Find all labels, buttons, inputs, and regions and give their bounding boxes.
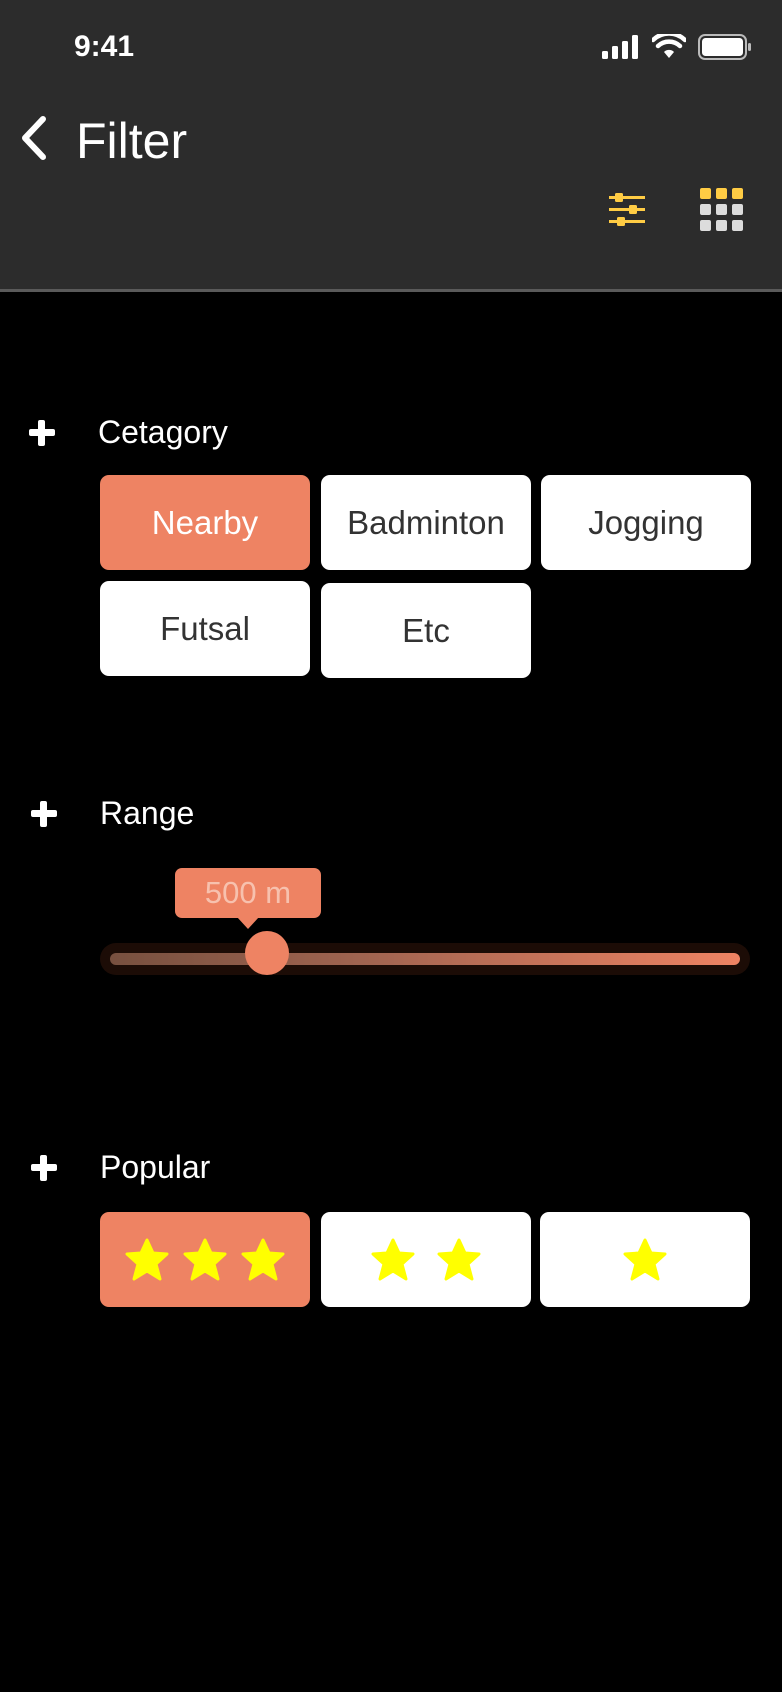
category-plus-icon[interactable] [27,418,57,448]
grid-view-button[interactable] [694,182,750,238]
star-icon [125,1238,169,1280]
star-icon [371,1238,415,1280]
star-icon [241,1238,285,1280]
rating-three-stars[interactable] [100,1212,310,1307]
chip-jogging[interactable]: Jogging [541,475,751,570]
battery-icon [698,34,751,60]
rating-two-stars[interactable] [321,1212,531,1307]
range-value-tooltip: 500 m [175,868,321,929]
back-chevron-icon [22,116,46,160]
chip-etc[interactable]: Etc [321,583,531,678]
chip-nearby[interactable]: Nearby [100,475,310,570]
range-slider-fill [110,953,740,965]
page-title: Filter [76,113,188,169]
header: 9:41 Filter [0,0,782,292]
chip-futsal[interactable]: Futsal [100,581,310,676]
range-plus-icon[interactable] [29,799,59,829]
range-slider[interactable] [100,931,750,975]
popular-plus-icon[interactable] [29,1153,59,1183]
range-slider-thumb[interactable] [244,931,289,975]
chip-badminton[interactable]: Badminton [321,475,531,570]
filter-view-button[interactable] [599,182,655,238]
status-icons [602,34,752,60]
rating-one-star[interactable] [540,1212,750,1307]
cellular-signal-icon [602,35,638,59]
star-icon [183,1238,227,1280]
wifi-icon [652,34,686,58]
range-title: Range [100,795,195,831]
back-button[interactable] [14,110,54,166]
status-time: 9:41 [74,30,135,63]
category-title: Cetagory [98,414,228,450]
popular-title: Popular [100,1149,211,1185]
filter-sliders-icon [609,193,645,226]
star-icon [623,1238,667,1280]
grid-icon [700,188,743,231]
star-icon [437,1238,481,1280]
